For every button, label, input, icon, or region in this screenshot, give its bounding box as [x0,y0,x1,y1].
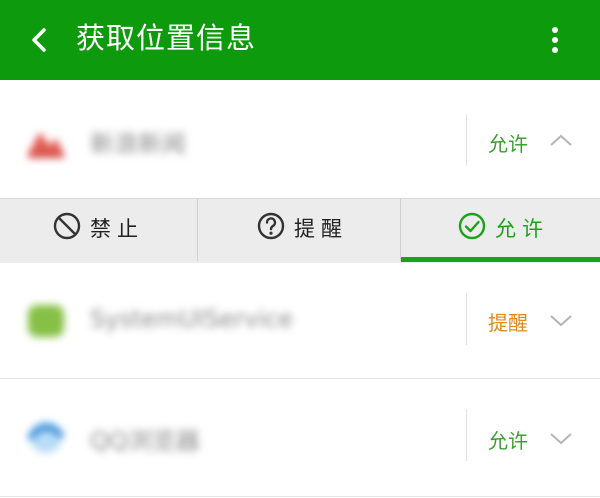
option-remind[interactable]: 提醒 [198,199,400,261]
row-divider [466,409,467,461]
option-label: 禁止 [90,217,144,241]
chevron-down-icon[interactable] [548,313,574,329]
more-vertical-icon[interactable] [540,20,570,60]
page-title: 获取位置信息 [76,21,257,55]
app-name: 新浪新闻 [90,130,186,158]
option-allow[interactable]: 允许 [401,199,600,261]
option-label: 提醒 [294,217,348,241]
back-icon[interactable] [22,22,58,58]
permission-status[interactable]: 提醒 [488,307,528,336]
check-circle-icon [458,212,486,240]
chevron-down-icon[interactable] [548,431,574,447]
chevron-up-icon[interactable] [548,132,574,148]
app-icon-red [28,132,64,158]
permission-status[interactable]: 允许 [488,425,528,454]
option-label: 允许 [495,217,549,241]
permission-status[interactable]: 允许 [488,128,528,157]
app-name: QQ浏览器 [90,427,200,455]
title-bar: 获取位置信息 [0,0,600,80]
row-divider [466,293,467,345]
selected-indicator [401,257,600,262]
permission-options: 禁止 提醒 允许 [0,198,600,263]
app-icon-green [28,305,64,337]
option-forbid[interactable]: 禁止 [0,199,197,261]
app-row[interactable]: 新浪新闻 允许 [0,80,600,198]
app-row[interactable]: SystemUIService 提醒 [0,263,600,378]
app-row[interactable]: QQ浏览器 允许 [0,379,600,496]
app-name: SystemUIService [90,305,293,333]
app-icon-blue [27,421,65,453]
row-divider [466,114,467,166]
question-icon [257,212,285,240]
row-separator [0,496,600,497]
forbid-icon [53,212,81,240]
